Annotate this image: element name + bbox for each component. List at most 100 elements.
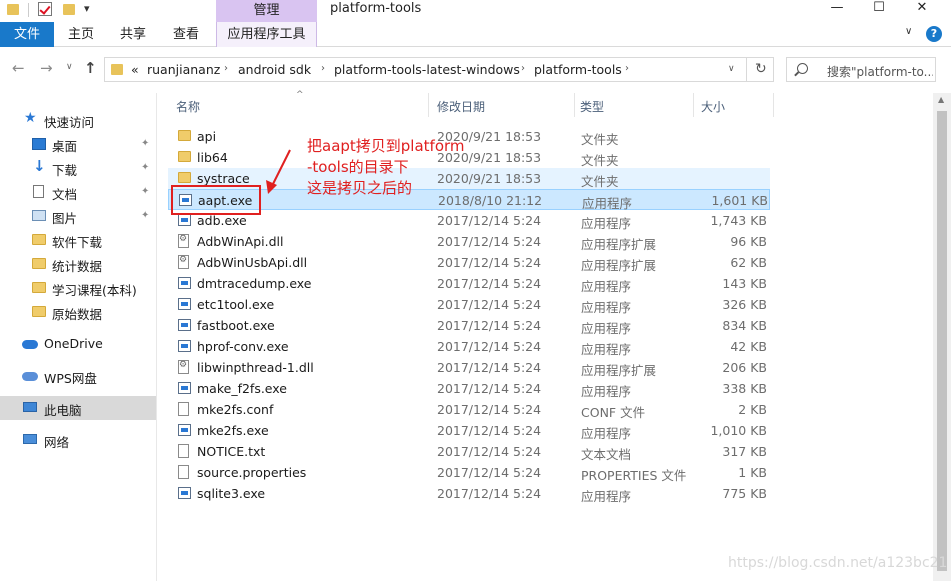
- recent-locations-dropdown-icon[interactable]: ∨: [66, 62, 73, 72]
- column-modified[interactable]: 修改日期: [437, 98, 485, 115]
- manage-context-tab[interactable]: 管理: [216, 0, 317, 22]
- sidebar-item-downloads[interactable]: ↓ 下载 ✦: [0, 156, 156, 180]
- refresh-icon[interactable]: ↻: [755, 61, 767, 77]
- file-type: 应用程序: [581, 216, 632, 231]
- sidebar-item-this-pc[interactable]: 此电脑: [0, 396, 156, 420]
- column-name[interactable]: 名称: [176, 98, 200, 115]
- column-divider[interactable]: [693, 93, 694, 117]
- file-row[interactable]: NOTICE.txt 2017/12/14 5:24 文本文档 317 KB: [168, 441, 770, 462]
- back-arrow-icon[interactable]: ←: [12, 59, 25, 77]
- chevron-right-icon[interactable]: ›: [321, 63, 325, 74]
- sidebar-item-software-downloads[interactable]: 软件下载: [0, 228, 156, 252]
- pin-icon[interactable]: ✦: [141, 210, 149, 221]
- file-row[interactable]: mke2fs.exe 2017/12/14 5:24 应用程序 1,010 KB: [168, 420, 770, 441]
- quick-access-folder-icon[interactable]: [7, 4, 19, 15]
- file-type: 应用程序扩展: [581, 237, 657, 252]
- tab-share[interactable]: 共享: [110, 22, 156, 47]
- chevron-right-icon[interactable]: ›: [224, 63, 228, 74]
- properties-checkmark-icon[interactable]: [38, 2, 52, 16]
- file-size: 96 KB: [730, 234, 767, 249]
- window-title: platform-tools: [330, 1, 422, 16]
- column-divider[interactable]: [428, 93, 429, 117]
- pin-icon[interactable]: ✦: [141, 186, 149, 197]
- address-dropdown-icon[interactable]: ∨: [728, 64, 735, 74]
- folder-icon: [32, 234, 46, 245]
- file-row[interactable]: etc1tool.exe 2017/12/14 5:24 应用程序 326 KB: [168, 294, 770, 315]
- vertical-scrollbar[interactable]: ▲: [933, 93, 951, 581]
- help-icon[interactable]: ?: [926, 26, 942, 42]
- sidebar-item-quick-access[interactable]: ★ 快速访问: [0, 108, 156, 132]
- tab-application-tools[interactable]: 应用程序工具: [216, 22, 317, 47]
- file-row[interactable]: dmtracedump.exe 2017/12/14 5:24 应用程序 143 KB: [168, 273, 770, 294]
- file-modified: 2017/12/14 5:24: [437, 255, 542, 270]
- pin-icon[interactable]: ✦: [141, 162, 149, 173]
- sidebar-item-pictures[interactable]: 图片 ✦: [0, 204, 156, 228]
- file-row[interactable]: AdbWinApi.dll 2017/12/14 5:24 应用程序扩展 96 KB: [168, 231, 770, 252]
- address-bar[interactable]: « ruanjiananz › android sdk › platform-t…: [104, 57, 774, 82]
- breadcrumb-item[interactable]: ruanjiananz: [147, 62, 220, 77]
- maximize-button[interactable]: ☐: [856, 0, 902, 18]
- sidebar-item-label: 图片: [52, 211, 78, 226]
- breadcrumb-item[interactable]: android sdk: [238, 62, 311, 77]
- up-arrow-icon[interactable]: ↑: [84, 59, 97, 77]
- sidebar-item-raw-data[interactable]: 原始数据: [0, 300, 156, 324]
- file-row[interactable]: source.properties 2017/12/14 5:24 PROPERTI…: [168, 462, 770, 483]
- column-divider[interactable]: [773, 93, 774, 117]
- breadcrumb-overflow[interactable]: «: [131, 62, 139, 77]
- sidebar-item-label: 下载: [52, 163, 78, 178]
- dll-file-icon: [178, 234, 189, 248]
- sidebar-item-desktop[interactable]: 桌面 ✦: [0, 132, 156, 156]
- file-size: 1,743 KB: [710, 213, 767, 228]
- close-button[interactable]: ✕: [899, 0, 945, 18]
- chevron-right-icon[interactable]: ›: [521, 63, 525, 74]
- file-modified: 2017/12/14 5:24: [437, 276, 542, 291]
- sidebar-item-documents[interactable]: 文档 ✦: [0, 180, 156, 204]
- file-row[interactable]: hprof-conv.exe 2017/12/14 5:24 应用程序 42 KB: [168, 336, 770, 357]
- file-name: adb.exe: [197, 213, 247, 228]
- tab-view[interactable]: 查看: [163, 22, 209, 47]
- sidebar-item-wps-cloud[interactable]: WPS网盘: [0, 364, 156, 388]
- file-size: 62 KB: [730, 255, 767, 270]
- tab-home[interactable]: 主页: [58, 22, 104, 47]
- file-name: api: [197, 129, 217, 144]
- file-type: 应用程序扩展: [581, 258, 657, 273]
- column-divider[interactable]: [574, 93, 575, 117]
- column-type[interactable]: 类型: [580, 98, 604, 115]
- breadcrumb-item[interactable]: platform-tools-latest-windows: [334, 62, 520, 77]
- file-name: AdbWinUsbApi.dll: [197, 255, 308, 270]
- column-size[interactable]: 大小: [701, 98, 725, 115]
- minimize-button[interactable]: —: [814, 0, 860, 18]
- sidebar-item-courses[interactable]: 学习课程(本科): [0, 276, 156, 300]
- ribbon-tabs: 文件 主页 共享 查看 应用程序工具 ∨ ?: [0, 22, 951, 47]
- scroll-up-icon[interactable]: ▲: [938, 95, 944, 104]
- sort-ascending-icon: ^: [296, 90, 304, 100]
- new-folder-icon[interactable]: [63, 4, 75, 15]
- navigation-pane: ★ 快速访问 桌面 ✦ ↓ 下载 ✦ 文档 ✦ 图片 ✦ 软件下载 统计数据 学…: [0, 93, 157, 581]
- folder-icon: [111, 64, 123, 75]
- file-row[interactable]: mke2fs.conf 2017/12/14 5:24 CONF 文件 2 KB: [168, 399, 770, 420]
- scrollbar-thumb[interactable]: [937, 111, 947, 571]
- dll-file-icon: [178, 255, 189, 269]
- file-row[interactable]: libwinpthread-1.dll 2017/12/14 5:24 应用程序扩展…: [168, 357, 770, 378]
- pin-icon[interactable]: ✦: [141, 138, 149, 149]
- sidebar-item-label: 统计数据: [52, 259, 103, 274]
- expand-ribbon-icon[interactable]: ∨: [905, 26, 912, 37]
- file-row[interactable]: AdbWinUsbApi.dll 2017/12/14 5:24 应用程序扩展 62 …: [168, 252, 770, 273]
- customize-toolbar-dropdown-icon[interactable]: ▾: [84, 2, 90, 18]
- sidebar-item-label: 此电脑: [44, 403, 82, 418]
- sidebar-item-statistics[interactable]: 统计数据: [0, 252, 156, 276]
- tab-file[interactable]: 文件: [0, 22, 54, 47]
- file-name: mke2fs.conf: [197, 402, 274, 417]
- folder-icon: [178, 172, 191, 183]
- file-row[interactable]: make_f2fs.exe 2017/12/14 5:24 应用程序 338 KB: [168, 378, 770, 399]
- forward-arrow-icon[interactable]: →: [40, 59, 53, 77]
- file-row[interactable]: fastboot.exe 2017/12/14 5:24 应用程序 834 KB: [168, 315, 770, 336]
- file-row[interactable]: sqlite3.exe 2017/12/14 5:24 应用程序 775 KB: [168, 483, 770, 504]
- search-input[interactable]: 搜索"platform-to...: [786, 57, 936, 82]
- file-modified: 2017/12/14 5:24: [437, 297, 542, 312]
- chevron-right-icon[interactable]: ›: [625, 63, 629, 74]
- breadcrumb-item-current[interactable]: platform-tools: [534, 62, 622, 77]
- sidebar-item-network[interactable]: 网络: [0, 428, 156, 452]
- sidebar-item-onedrive[interactable]: OneDrive: [0, 332, 156, 356]
- folder-icon: [178, 130, 191, 141]
